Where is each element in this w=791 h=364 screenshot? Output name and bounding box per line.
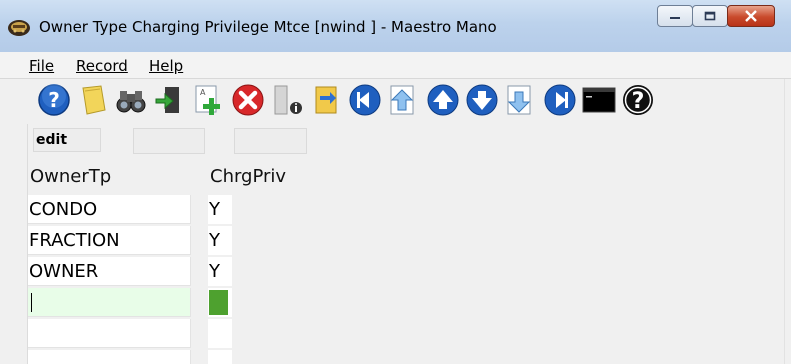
window-controls xyxy=(657,5,775,27)
page-down-icon[interactable] xyxy=(503,82,539,118)
charging-privilege-cell[interactable] xyxy=(208,319,232,348)
owner-type-cell[interactable] xyxy=(28,350,191,364)
charging-privilege-cell[interactable]: Y xyxy=(208,257,232,286)
console-icon[interactable] xyxy=(581,82,617,118)
add-record-icon[interactable]: A xyxy=(191,82,227,118)
form-right-border xyxy=(784,79,785,364)
app-logo-icon xyxy=(8,20,30,36)
mode-indicator: edit xyxy=(33,128,101,152)
owner-type-input-active[interactable] xyxy=(28,288,191,317)
minimize-button[interactable] xyxy=(657,5,693,27)
next-record-icon[interactable] xyxy=(464,82,500,118)
svg-text:?: ? xyxy=(48,88,60,112)
delete-icon[interactable] xyxy=(230,82,266,118)
question-icon[interactable]: ? xyxy=(620,82,656,118)
minimize-icon xyxy=(670,17,680,19)
menu-record[interactable]: Record xyxy=(76,57,128,75)
text-caret xyxy=(31,293,32,312)
menu-help[interactable]: Help xyxy=(149,57,183,75)
title-bar[interactable]: Owner Type Charging Privilege Mtce [nwin… xyxy=(0,0,791,53)
charging-privilege-input-active[interactable] xyxy=(208,288,232,317)
help-icon[interactable]: ? xyxy=(36,82,72,118)
status-field-2 xyxy=(133,128,205,154)
menu-file[interactable]: File xyxy=(29,57,54,75)
maximize-button[interactable] xyxy=(692,5,728,27)
owner-type-cell[interactable]: FRACTION xyxy=(28,226,191,255)
note-icon[interactable] xyxy=(75,82,111,118)
refresh-icon[interactable] xyxy=(308,82,344,118)
menu-bar: File Record Help xyxy=(0,52,791,79)
menu-file-label: File xyxy=(29,57,55,75)
charging-privilege-cell[interactable] xyxy=(208,350,232,364)
active-privilege-indicator xyxy=(209,290,228,315)
exit-door-icon[interactable] xyxy=(152,82,188,118)
charging-privilege-cell[interactable]: Y xyxy=(208,226,232,255)
owner-type-cell[interactable] xyxy=(28,319,191,348)
column-header-charging-privilege: ChrgPriv xyxy=(210,166,287,187)
application-window: Owner Type Charging Privilege Mtce [nwin… xyxy=(0,0,791,364)
menu-help-label: Help xyxy=(149,57,184,75)
status-field-3 xyxy=(234,128,307,154)
menu-record-label: Record xyxy=(76,57,128,75)
window-title: Owner Type Charging Privilege Mtce [nwin… xyxy=(39,18,497,36)
first-record-icon[interactable] xyxy=(347,82,383,118)
previous-record-icon[interactable] xyxy=(425,82,461,118)
owner-type-cell[interactable]: CONDO xyxy=(28,195,191,224)
info-icon[interactable] xyxy=(269,82,305,118)
binoculars-icon[interactable] xyxy=(113,82,149,118)
charging-privilege-cell[interactable]: Y xyxy=(208,195,232,224)
owner-type-cell[interactable]: OWNER xyxy=(28,257,191,286)
maximize-icon xyxy=(704,11,716,21)
svg-text:?: ? xyxy=(632,89,645,114)
last-record-icon[interactable] xyxy=(542,82,578,118)
close-button[interactable] xyxy=(727,5,775,27)
column-header-owner-type: OwnerTp xyxy=(30,166,112,187)
close-icon xyxy=(745,10,757,22)
page-up-icon[interactable] xyxy=(386,82,422,118)
toolbar: ? A ? xyxy=(0,79,791,122)
svg-text:A: A xyxy=(200,88,206,97)
